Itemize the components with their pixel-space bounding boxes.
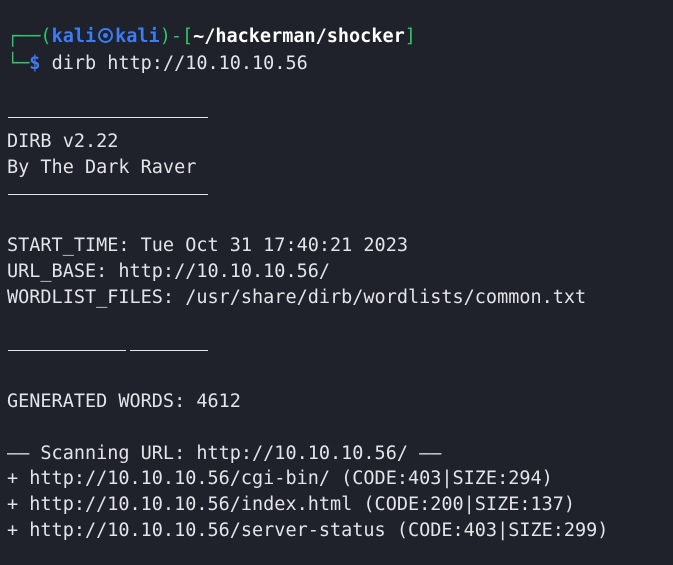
result-line: + http://10.10.10.56/index.html (CODE:20… bbox=[7, 494, 576, 515]
result-line: + http://10.10.10.56/cgi-bin/ (CODE:403|… bbox=[7, 468, 553, 489]
prompt-header-line: ┌──(kali kali)-[~/hackerman/shocker] bbox=[7, 24, 416, 50]
prompt-path-open: -[ bbox=[170, 26, 194, 47]
prompt-corner-top: ┌── bbox=[7, 26, 41, 47]
command-text: dirb http://10.10.10.56 bbox=[51, 53, 308, 74]
scanning-url: —— Scanning URL: http://10.10.10.56/ —— bbox=[7, 443, 442, 464]
prompt-open-paren: ( bbox=[40, 26, 52, 47]
prompt-path: ~/hackerman/shocker bbox=[193, 26, 405, 47]
dirb-version: DIRB v2.22 bbox=[7, 131, 119, 152]
generated-words: GENERATED WORDS: 4612 bbox=[7, 391, 241, 412]
prompt-path-close: ] bbox=[404, 26, 416, 47]
prompt-user: kali bbox=[51, 26, 97, 47]
prompt-close-paren: ) bbox=[159, 26, 171, 47]
wordlist-files: WORDLIST_FILES: /usr/share/dirb/wordlist… bbox=[7, 287, 587, 308]
prompt-command-line: └─$ dirb http://10.10.10.56 bbox=[7, 51, 308, 77]
prompt-host: kali bbox=[115, 26, 160, 47]
dirb-author: By The Dark Raver bbox=[7, 157, 197, 178]
terminal-window[interactable]: ┌──(kali kali)-[~/hackerman/shocker] └─$ … bbox=[0, 0, 673, 565]
prompt-dollar: $ bbox=[29, 53, 41, 74]
separator-line bbox=[8, 350, 126, 351]
kali-dragon-icon bbox=[98, 28, 114, 43]
separator-line bbox=[8, 117, 208, 118]
separator-line bbox=[8, 194, 208, 195]
url-base: URL_BASE: http://10.10.10.56/ bbox=[7, 261, 331, 282]
prompt-corner-bottom: └─ bbox=[7, 53, 30, 74]
separator-line bbox=[130, 350, 208, 351]
start-time: START_TIME: Tue Oct 31 17:40:21 2023 bbox=[7, 235, 408, 256]
result-line: + http://10.10.10.56/server-status (CODE… bbox=[7, 520, 609, 541]
